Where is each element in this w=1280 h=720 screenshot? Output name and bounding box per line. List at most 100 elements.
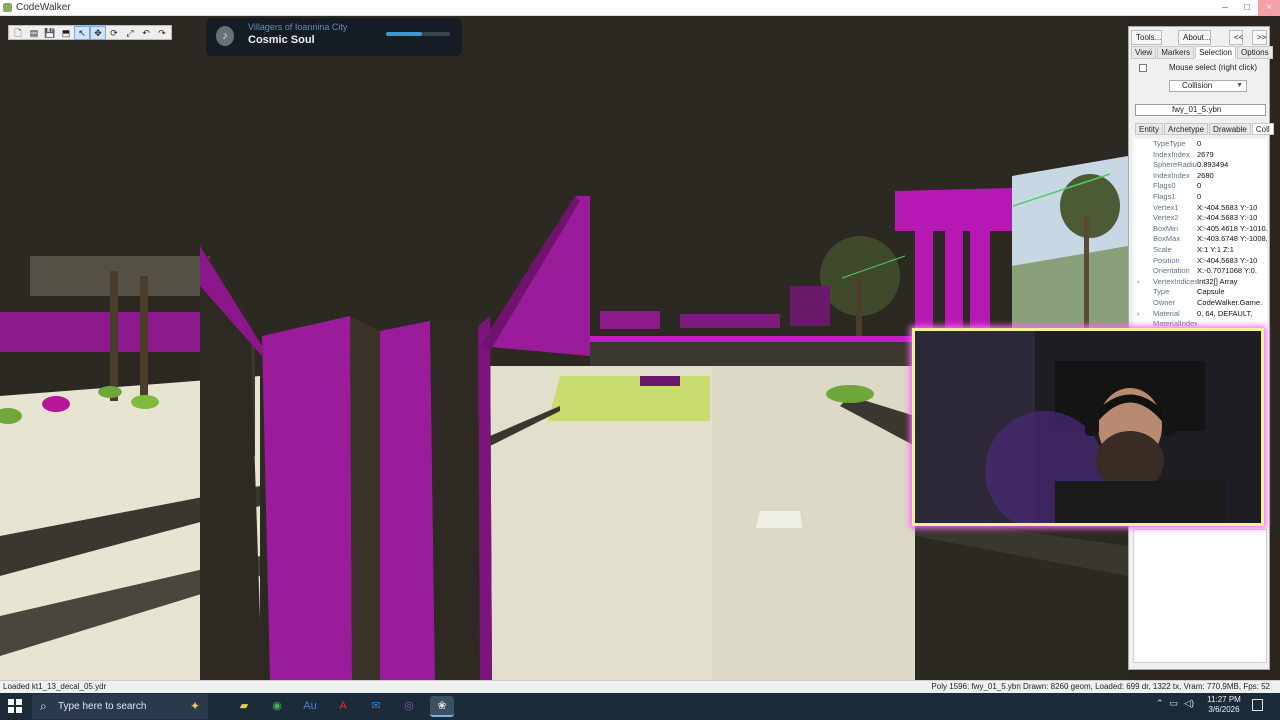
property-row[interactable]: Orientation X:-0.7071068 Y:0. [1133, 266, 1267, 277]
network-icon[interactable]: ▭ [1170, 698, 1179, 709]
selected-file-field[interactable]: fwy_01_5.ybn [1135, 104, 1266, 116]
new-icon[interactable]: 🗋 [11, 27, 25, 39]
property-grid[interactable]: TypeType 0 IndexIndex 2679 SphereRadius 0.893… [1133, 139, 1267, 329]
tab-markers[interactable]: Markers [1157, 46, 1195, 59]
expand-chevron-icon[interactable]: › [1137, 309, 1140, 320]
music-note-icon: ♪ [216, 26, 234, 46]
minimize-button[interactable]: – [1214, 0, 1236, 16]
property-row[interactable]: Position X:-404.5683 Y:-10 [1133, 256, 1267, 267]
property-key: Orientation [1153, 266, 1190, 276]
property-key: Scale [1153, 245, 1172, 254]
chevron-up-icon[interactable]: ⌃ [1156, 698, 1164, 709]
property-row[interactable]: › Material 0, 64, DEFAULT, [1133, 309, 1267, 320]
sparkle-icon: ✦ [189, 699, 200, 713]
subtab-archetype[interactable]: Archetype [1164, 123, 1209, 135]
property-key: Owner [1153, 298, 1176, 307]
taskbar-pinned-apps: ▰ ◉ Au A ✉ ◎ ❀ [232, 696, 454, 717]
maximize-button[interactable]: □ [1236, 0, 1258, 16]
tab-view[interactable]: View [1131, 46, 1157, 59]
taskbar-search-placeholder: Type here to search [58, 701, 147, 712]
now-playing-progress [386, 32, 450, 36]
now-playing-progress-fill [386, 32, 422, 36]
property-key: Vertex2 [1153, 213, 1179, 223]
outlook-icon[interactable]: ✉ [364, 696, 388, 717]
property-row[interactable]: Flags1 0 [1133, 192, 1267, 203]
selection-mode-select[interactable]: Collision ▼ [1169, 80, 1247, 92]
windows-start-icon[interactable] [8, 699, 23, 714]
tab-selection[interactable]: Selection [1195, 46, 1237, 59]
property-row[interactable]: Vertex1 X:-404.5683 Y:-10 [1133, 203, 1267, 214]
expand-chevron-icon[interactable]: › [1137, 277, 1140, 288]
open-icon[interactable]: ▤ [27, 27, 41, 39]
search-icon: ⌕ [40, 699, 47, 713]
property-description-area [1133, 529, 1267, 663]
expand-panel-button[interactable]: >> [1252, 30, 1267, 45]
property-key: TypeType [1153, 139, 1186, 148]
property-key: VertexIndices [1153, 276, 1197, 286]
now-playing-title: Cosmic Soul [248, 34, 315, 46]
chrome-icon[interactable]: ◉ [265, 696, 289, 717]
taskbar-search-box[interactable]: ⌕ Type here to search ✦ [32, 694, 208, 719]
property-value: X:-405.4618 Y:-1010. [1197, 223, 1267, 233]
property-row[interactable]: IndexIndex 2679 [1133, 150, 1267, 161]
property-value: Int32[] Array [1197, 276, 1238, 286]
property-key: IndexIndex [1153, 170, 1190, 180]
property-key: IndexIndex [1153, 149, 1190, 159]
mouse-select-checkbox[interactable] [1139, 64, 1147, 72]
property-row[interactable]: TypeType 0 [1133, 139, 1267, 150]
status-left: Loaded kt1_13_decal_05.ydr [3, 682, 107, 691]
property-row[interactable]: › VertexIndices Int32[] Array [1133, 277, 1267, 288]
property-value: X:1 Y:1 Z:1 [1197, 245, 1234, 254]
property-row[interactable]: Flags0 0 [1133, 181, 1267, 192]
property-value: 2680 [1197, 170, 1214, 180]
obs-icon[interactable]: ◎ [397, 696, 421, 717]
volume-icon[interactable]: ◁) [1184, 698, 1194, 709]
acrobat-icon[interactable]: A [331, 696, 355, 717]
audition-icon[interactable]: Au [298, 696, 322, 717]
property-row[interactable]: BoxMax X:-403.6748 Y:-1008. [1133, 234, 1267, 245]
notification-icon[interactable] [1252, 699, 1263, 711]
save-icon[interactable]: 💾 [43, 27, 57, 39]
edit-toolbar: 🗋 ▤ 💾 ⬒ ↖ ✥ ⟳ ⤢ ↶ ↷ [8, 25, 172, 40]
property-value: 0 [1197, 139, 1202, 148]
property-value: X:-403.6748 Y:-1008. [1197, 234, 1267, 244]
tools-button[interactable]: Tools... [1131, 30, 1162, 45]
property-row[interactable]: IndexIndex 2680 [1133, 171, 1267, 182]
redo-icon[interactable]: ↷ [155, 27, 169, 39]
scale-tool-icon[interactable]: ⤢ [123, 27, 137, 39]
property-row[interactable]: Owner CodeWalker.Game. [1133, 298, 1267, 309]
taskbar-clock[interactable]: 11:27 PM 3/6/2026 [1206, 695, 1242, 715]
property-key: SphereRadius [1153, 160, 1197, 170]
collapse-panel-button[interactable]: << [1229, 30, 1243, 45]
window-controls: – □ × [1214, 0, 1280, 16]
app-icon [3, 3, 12, 12]
property-key: Flags1 [1153, 192, 1176, 201]
property-value: X:-0.7071068 Y:0. [1197, 266, 1257, 276]
property-row[interactable]: Scale X:1 Y:1 Z:1 [1133, 245, 1267, 256]
move-tool-icon[interactable]: ✥ [90, 25, 106, 40]
subtab-drawable[interactable]: Drawable [1209, 123, 1251, 135]
property-key: Flags0 [1153, 181, 1176, 191]
undo-icon[interactable]: ↶ [139, 27, 153, 39]
now-playing-artist: Villagers of Ioannina City [248, 22, 348, 32]
property-key: BoxMax [1153, 234, 1181, 244]
close-button[interactable]: × [1258, 0, 1280, 16]
property-row[interactable]: Type Capsule [1133, 287, 1267, 298]
property-row[interactable]: BoxMin X:-405.4618 Y:-1010. [1133, 224, 1267, 235]
about-button[interactable]: About... [1178, 30, 1211, 45]
select-tool-icon[interactable]: ↖ [74, 25, 90, 40]
property-row[interactable]: Vertex2 X:-404.5683 Y:-10 [1133, 213, 1267, 224]
property-value: 0.893494 [1197, 160, 1229, 170]
save-all-icon[interactable]: ⬒ [59, 27, 73, 39]
codewalker-icon[interactable]: ❀ [430, 696, 454, 717]
property-row[interactable]: SphereRadius 0.893494 [1133, 160, 1267, 171]
file-explorer-icon[interactable]: ▰ [232, 696, 256, 717]
subtab-entity[interactable]: Entity [1135, 123, 1164, 135]
subtab-coll[interactable]: Coll [1251, 123, 1274, 135]
property-value: 2679 [1197, 149, 1214, 159]
property-key: Position [1153, 255, 1180, 265]
property-value: 0 [1197, 181, 1202, 191]
tab-options[interactable]: Options [1237, 46, 1273, 59]
rotate-tool-icon[interactable]: ⟳ [107, 27, 121, 39]
window-title: CodeWalker [16, 2, 71, 13]
